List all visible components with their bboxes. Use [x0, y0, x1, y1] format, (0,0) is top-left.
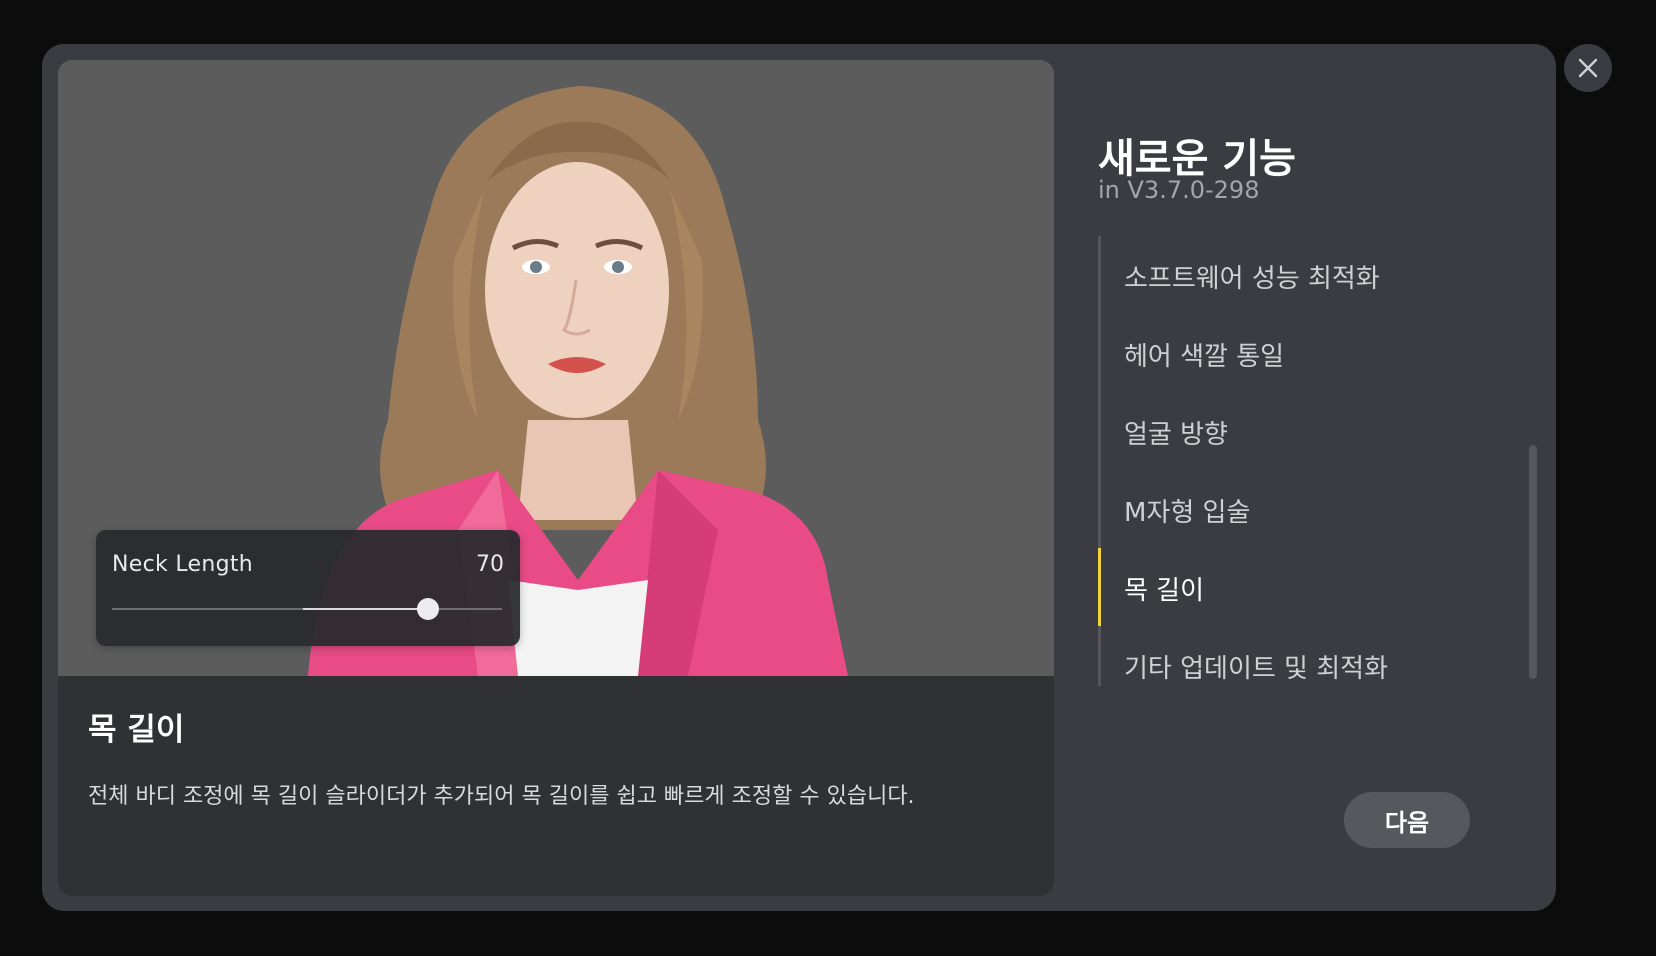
slider-value: 70: [476, 552, 504, 577]
feature-list: 소프트웨어 성능 최적화 헤어 색깔 통일 얼굴 방향 M자형 입술 목 길이 …: [1098, 236, 1538, 686]
feature-item-hair-color[interactable]: 헤어 색깔 통일: [1098, 314, 1498, 392]
feature-item-marker: [1098, 626, 1101, 704]
feature-item-marker: [1098, 236, 1101, 314]
feature-item-other-updates[interactable]: 기타 업데이트 및 최적화: [1098, 626, 1498, 704]
feature-item-label: 소프트웨어 성능 최적화: [1124, 264, 1380, 294]
feature-item-marker: [1098, 470, 1101, 548]
slider-fill: [303, 608, 428, 610]
feature-item-marker: [1098, 392, 1101, 470]
whats-new-dialog: Neck Length 70 목 길이 전체 바디 조정에 목 길이 슬라이더가…: [42, 44, 1556, 911]
feature-description: 전체 바디 조정에 목 길이 슬라이더가 추가되어 목 길이를 쉽고 빠르게 조…: [88, 784, 915, 809]
feature-item-face-direction[interactable]: 얼굴 방향: [1098, 392, 1498, 470]
feature-title: 목 길이: [88, 712, 185, 748]
close-button[interactable]: [1564, 44, 1612, 92]
feature-item-marker: [1098, 314, 1101, 392]
preview-image: Neck Length 70: [58, 60, 1054, 676]
neck-length-slider-panel: Neck Length 70: [96, 530, 520, 646]
slider-thumb[interactable]: [416, 598, 439, 620]
feature-item-neck-length[interactable]: 목 길이: [1098, 548, 1498, 626]
version-label: in V3.7.0-298: [1098, 176, 1260, 204]
slider-track[interactable]: [112, 598, 502, 620]
feature-item-performance[interactable]: 소프트웨어 성능 최적화: [1098, 236, 1498, 314]
feature-item-label: 목 길이: [1124, 576, 1205, 606]
feature-list-scrollbar[interactable]: [1529, 445, 1537, 679]
close-icon: [1578, 58, 1598, 78]
feature-item-label: M자형 입술: [1124, 498, 1251, 528]
feature-item-label: 기타 업데이트 및 최적화: [1124, 654, 1388, 684]
feature-preview-card: Neck Length 70 목 길이 전체 바디 조정에 목 길이 슬라이더가…: [58, 60, 1054, 896]
next-button[interactable]: 다음: [1344, 792, 1470, 848]
feature-item-marker: [1098, 548, 1101, 626]
feature-item-label: 얼굴 방향: [1124, 420, 1228, 450]
feature-item-m-lips[interactable]: M자형 입술: [1098, 470, 1498, 548]
slider-label: Neck Length: [112, 552, 254, 577]
feature-item-label: 헤어 색깔 통일: [1124, 342, 1285, 372]
